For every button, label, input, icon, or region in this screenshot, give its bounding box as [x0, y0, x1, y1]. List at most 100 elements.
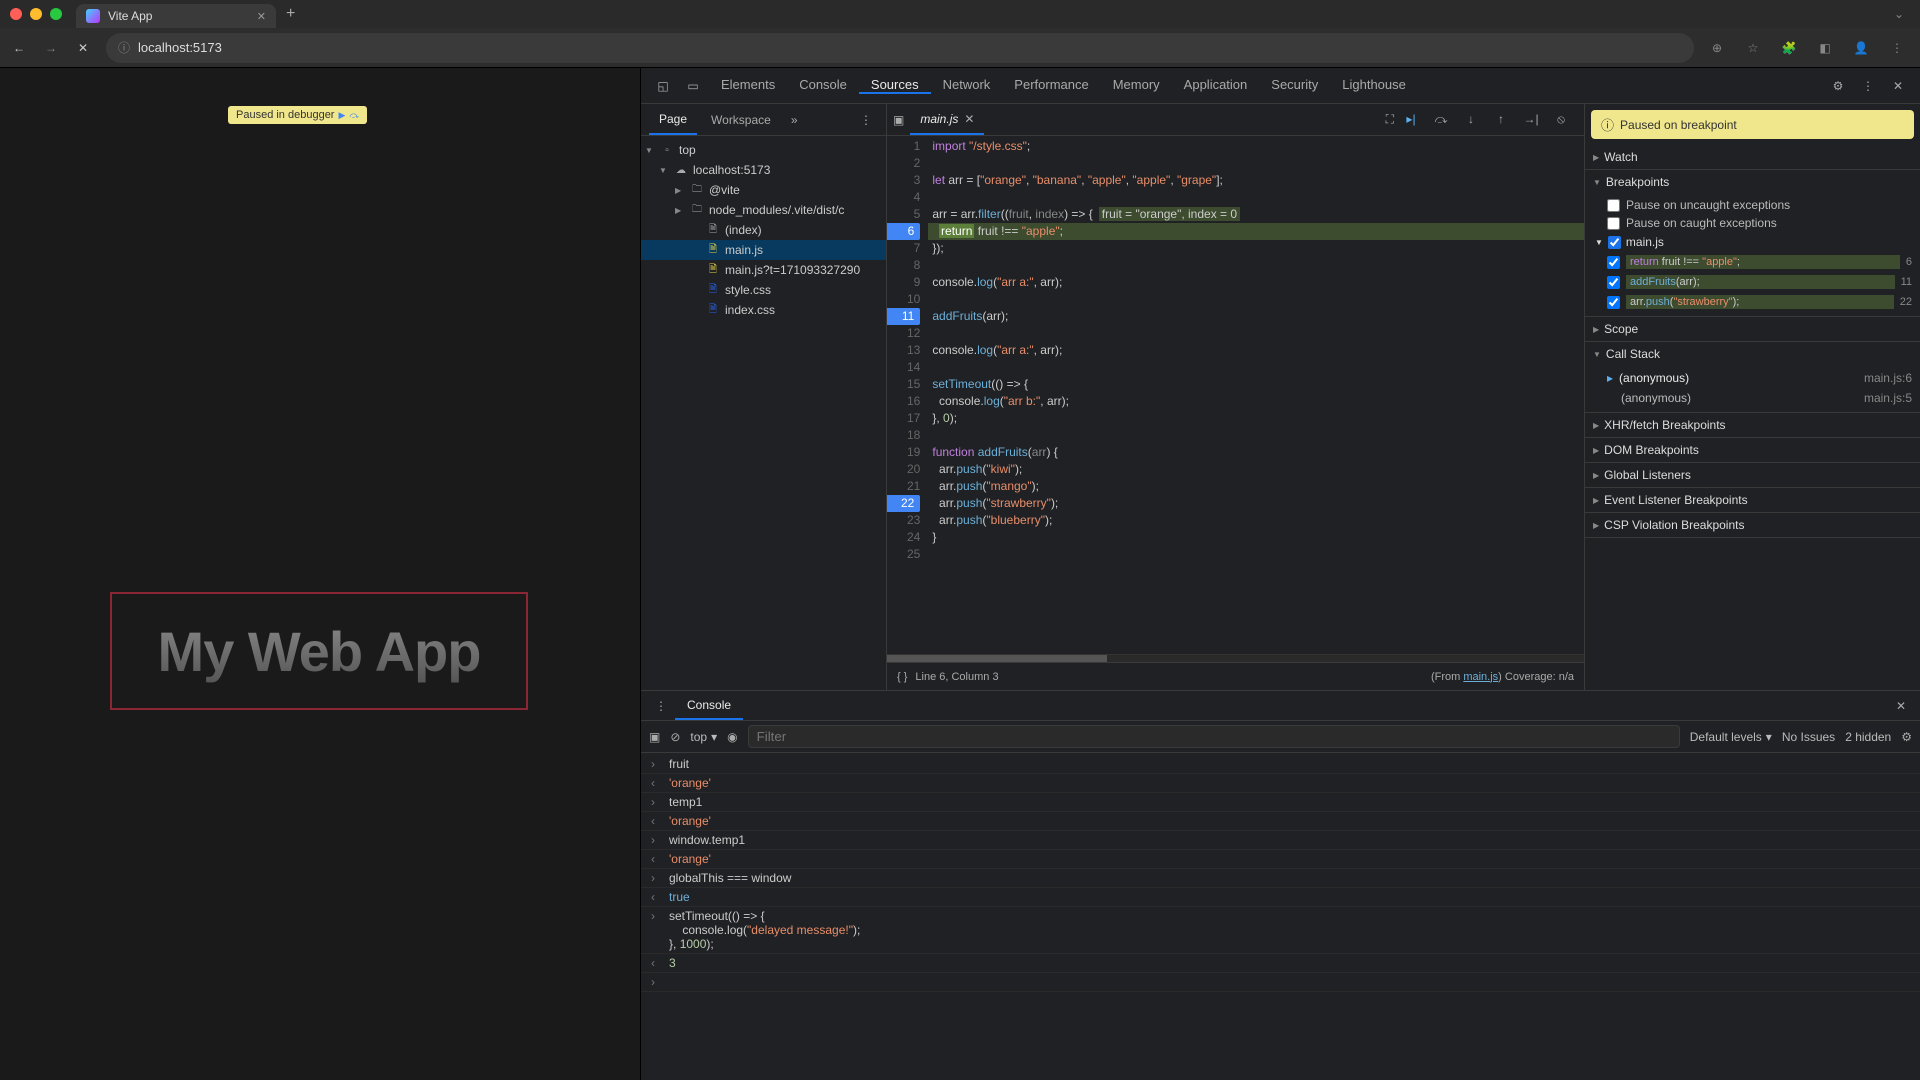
nav-kebab-icon[interactable]: ⋮	[854, 113, 878, 127]
editor-sidebar-toggle-icon[interactable]: ▣	[893, 113, 904, 127]
code-line[interactable]: console.log("arr b:", arr);	[928, 393, 1584, 410]
forward-button[interactable]: →	[42, 39, 60, 57]
tree-file-main[interactable]: 🗎main.js	[641, 240, 886, 260]
code-line[interactable]: console.log("arr a:", arr);	[928, 342, 1584, 359]
code-line[interactable]: addFruits(arr);	[928, 308, 1584, 325]
nav-tab-page[interactable]: Page	[649, 104, 697, 135]
resume-overlay-button[interactable]: ▶	[338, 110, 345, 121]
section-event[interactable]: ▶Event Listener Breakpoints	[1585, 488, 1920, 512]
address-bar[interactable]: ⓘ	[106, 33, 1694, 63]
callstack-frame[interactable]: ▸(anonymous)main.js:6	[1585, 368, 1920, 388]
kebab-menu-icon[interactable]: ⋮	[1854, 79, 1882, 93]
code-line[interactable]: });	[928, 240, 1584, 257]
breakpoint-item[interactable]: addFruits(arr);11	[1585, 272, 1920, 292]
code-line[interactable]: arr.push("mango");	[928, 478, 1584, 495]
clear-console-icon[interactable]: ⊘	[670, 730, 680, 744]
code-line[interactable]	[928, 359, 1584, 376]
tree-file-indexcss[interactable]: 🗎index.css	[641, 300, 886, 320]
devtools-tab-performance[interactable]: Performance	[1002, 77, 1100, 92]
extensions-icon[interactable]: 🧩	[1780, 39, 1798, 57]
code-line[interactable]: import "/style.css";	[928, 138, 1584, 155]
bookmark-icon[interactable]: ☆	[1744, 39, 1762, 57]
editor-tab-main[interactable]: main.js ✕	[910, 104, 984, 135]
code-line[interactable]	[928, 291, 1584, 308]
tree-folder-vite[interactable]: ▶🗀@vite	[641, 180, 886, 200]
deactivate-breakpoints-button[interactable]: ⦸	[1552, 112, 1570, 127]
code-line[interactable]: return fruit !== "apple";	[928, 223, 1584, 240]
line-number[interactable]: 5	[901, 206, 920, 223]
tree-file-main-ts[interactable]: 🗎main.js?t=171093327290	[641, 260, 886, 280]
breakpoint-item[interactable]: arr.push("strawberry");22	[1585, 292, 1920, 312]
section-dom[interactable]: ▶DOM Breakpoints	[1585, 438, 1920, 462]
tree-file-style[interactable]: 🗎style.css	[641, 280, 886, 300]
close-editor-tab-icon[interactable]: ✕	[964, 112, 974, 126]
code-line[interactable]	[928, 325, 1584, 342]
section-xhr[interactable]: ▶XHR/fetch Breakpoints	[1585, 413, 1920, 437]
context-select[interactable]: top ▾	[690, 730, 717, 744]
line-number[interactable]: 16	[901, 393, 920, 410]
line-number[interactable]: 3	[901, 172, 920, 189]
code-line[interactable]: arr.push("kiwi");	[928, 461, 1584, 478]
format-icon[interactable]: { }	[897, 671, 907, 683]
close-tab-button[interactable]: ✕	[257, 10, 266, 23]
pause-uncaught-toggle[interactable]: Pause on uncaught exceptions	[1585, 196, 1920, 214]
console-input-row[interactable]: ›	[641, 973, 1920, 992]
code-editor[interactable]: 1234567891011121314151617181920212223242…	[887, 136, 1584, 654]
code-line[interactable]: }	[928, 529, 1584, 546]
code-line[interactable]: function addFruits(arr) {	[928, 444, 1584, 461]
close-devtools-icon[interactable]: ✕	[1884, 79, 1912, 93]
line-number[interactable]: 25	[901, 546, 920, 563]
line-number[interactable]: 12	[901, 325, 920, 342]
step-into-button[interactable]: ↓	[1462, 112, 1480, 127]
section-scope[interactable]: ▶Scope	[1585, 317, 1920, 341]
console-sidebar-icon[interactable]: ▣	[649, 730, 660, 744]
callstack-frame[interactable]: (anonymous)main.js:5	[1585, 388, 1920, 408]
pause-caught-toggle[interactable]: Pause on caught exceptions	[1585, 214, 1920, 232]
code-line[interactable]: arr.push("strawberry");	[928, 495, 1584, 512]
breakpoint-file[interactable]: ▼main.js	[1585, 232, 1920, 252]
line-number[interactable]: 14	[901, 359, 920, 376]
section-callstack[interactable]: ▼Call Stack	[1585, 342, 1920, 366]
chevron-down-icon[interactable]: ⌄	[1894, 7, 1904, 21]
close-drawer-icon[interactable]: ✕	[1888, 699, 1914, 713]
step-overlay-button[interactable]: ⤼	[349, 110, 359, 121]
live-expression-icon[interactable]: ◉	[727, 730, 737, 744]
line-number[interactable]: 13	[901, 342, 920, 359]
drawer-tab-console[interactable]: Console	[675, 691, 743, 720]
log-levels-select[interactable]: Default levels ▾	[1690, 730, 1772, 744]
line-number[interactable]: 11	[887, 308, 920, 325]
browser-tab[interactable]: Vite App ✕	[76, 4, 276, 28]
code-line[interactable]	[928, 189, 1584, 206]
back-button[interactable]: ←	[10, 39, 28, 57]
line-number[interactable]: 23	[901, 512, 920, 529]
code-line[interactable]: console.log("arr a:", arr);	[928, 274, 1584, 291]
devtools-tab-application[interactable]: Application	[1172, 77, 1260, 92]
issues-button[interactable]: No Issues	[1782, 730, 1835, 744]
console-input-row[interactable]: ›window.temp1	[641, 831, 1920, 850]
console-settings-icon[interactable]: ⚙	[1901, 730, 1912, 744]
tree-host[interactable]: ▼☁localhost:5173	[641, 160, 886, 180]
console-input-row[interactable]: ›temp1	[641, 793, 1920, 812]
menu-icon[interactable]: ⋮	[1888, 39, 1906, 57]
devtools-tab-sources[interactable]: Sources	[859, 77, 931, 94]
devtools-tab-network[interactable]: Network	[931, 77, 1003, 92]
console-filter[interactable]	[748, 725, 1680, 748]
code-line[interactable]: arr = arr.filter((fruit, index) => {frui…	[928, 206, 1584, 223]
section-watch[interactable]: ▶Watch	[1585, 145, 1920, 169]
breakpoint-item[interactable]: return fruit !== "apple";6	[1585, 252, 1920, 272]
section-breakpoints[interactable]: ▼Breakpoints	[1585, 170, 1920, 194]
devtools-tab-security[interactable]: Security	[1259, 77, 1330, 92]
line-number[interactable]: 8	[901, 257, 920, 274]
line-number[interactable]: 17	[901, 410, 920, 427]
code-line[interactable]	[928, 155, 1584, 172]
hidden-count[interactable]: 2 hidden	[1845, 730, 1891, 744]
section-csp[interactable]: ▶CSP Violation Breakpoints	[1585, 513, 1920, 537]
url-input[interactable]	[138, 40, 1682, 55]
step-over-button[interactable]: ⤼	[1432, 112, 1450, 127]
zoom-icon[interactable]: ⊕	[1708, 39, 1726, 57]
console-input-row[interactable]: ›setTimeout(() => { console.log("delayed…	[641, 907, 1920, 954]
line-number[interactable]: 15	[901, 376, 920, 393]
reload-button[interactable]: ✕	[74, 39, 92, 57]
console-input-row[interactable]: ›globalThis === window	[641, 869, 1920, 888]
devtools-tab-lighthouse[interactable]: Lighthouse	[1330, 77, 1418, 92]
